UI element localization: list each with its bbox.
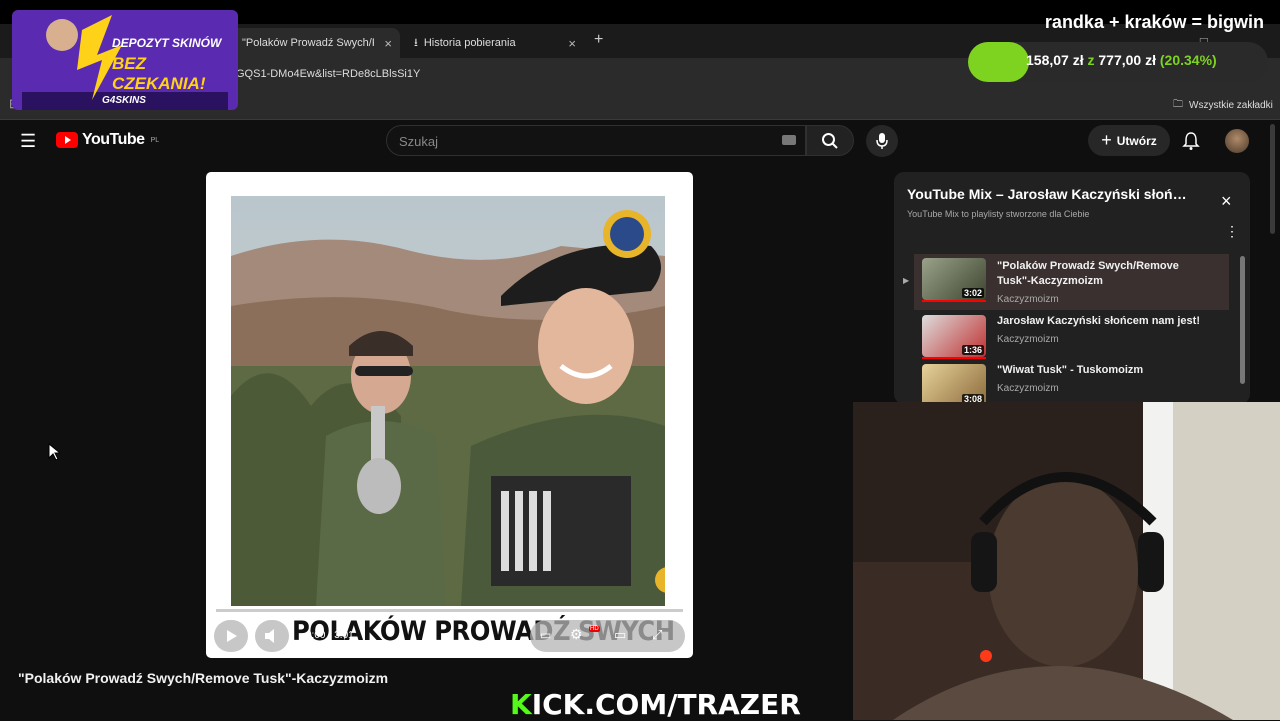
time-separator: / <box>328 630 332 641</box>
all-bookmarks[interactable]: 🗀 Wszystkie zakładki <box>1173 97 1273 114</box>
item-title: "Polaków Prowadź Swych/Remove Tusk"-Kacz… <box>997 260 1179 287</box>
kick-url: KICK.COM/TRAZER <box>510 688 801 721</box>
bet-progress-bar: 158,07 zł z 777,00 zł (20.34%) <box>968 40 1268 82</box>
tab-label: "Polaków Prowadź Swych/Remo <box>242 37 374 49</box>
folder-icon: 🗀 <box>1173 99 1183 110</box>
volume-icon <box>265 629 274 643</box>
watch-progress <box>922 357 986 359</box>
thumbnail: 3:08 <box>922 364 986 404</box>
all-bookmarks-label: Wszystkie zakładki <box>1189 100 1273 111</box>
now-playing-icon: ▶ <box>903 276 910 285</box>
tab-active[interactable]: "Polaków Prowadź Swych/Remo × <box>232 28 400 58</box>
avatar[interactable] <box>1225 129 1249 153</box>
youtube-play-logo-icon <box>56 132 78 148</box>
item-channel: Kaczyzmoizm <box>997 334 1059 345</box>
item-channel: Kaczyzmoizm <box>997 383 1059 394</box>
theater-mode-icon[interactable]: ▭ <box>614 627 626 643</box>
video-progress-track[interactable] <box>216 609 683 612</box>
playlist-item[interactable]: ▶ 3:02 "Polaków Prowadź Swych/Remove Tus… <box>903 254 1229 310</box>
new-tab-button[interactable]: + <box>594 31 603 49</box>
close-tab-icon[interactable]: × <box>568 36 576 51</box>
region-code: PL <box>150 136 160 144</box>
create-label: Utwórz <box>1116 133 1157 148</box>
duration: 3:02 <box>961 288 984 298</box>
search-input[interactable]: Szukaj <box>386 125 806 156</box>
tab-download-history[interactable]: ⭳ Historia pobierania × <box>404 28 584 58</box>
bet-current: 158,07 zł <box>1026 52 1084 68</box>
playlist-item[interactable]: 3:08 "Wiwat Tusk" - Tuskomoizm Kaczyzmoi… <box>914 360 1229 404</box>
time-display: 0:00 / 3:01 <box>306 630 354 641</box>
youtube-logo[interactable]: YouTube PL <box>56 131 159 149</box>
duration: 1:36 <box>961 345 984 355</box>
search-icon <box>822 132 838 149</box>
fullscreen-icon[interactable]: ⤢ <box>652 627 662 643</box>
settings-gear-icon[interactable]: ⚙ <box>570 626 583 643</box>
bet-target: 777,00 zł <box>1098 52 1156 68</box>
logo-text: YouTube <box>82 131 145 148</box>
close-playlist-icon[interactable]: × <box>1221 191 1232 212</box>
download-icon: ⭳ <box>414 36 418 49</box>
video-frame-image <box>231 196 665 606</box>
bet-percent: (20.34%) <box>1159 52 1217 68</box>
keyboard-icon[interactable] <box>782 135 796 145</box>
item-title: "Wiwat Tusk" - Tuskomoizm <box>997 364 1144 376</box>
microphone-icon <box>876 133 888 149</box>
playlist-scrollbar[interactable] <box>1240 256 1245 384</box>
kick-url-text: ICK.COM/TRAZER <box>531 688 801 721</box>
promo-line1: DEPOZYT SKINÓW <box>112 36 222 50</box>
playlist-item[interactable]: 1:36 Jarosław Kaczyński słońcem nam jest… <box>914 311 1229 367</box>
watch-progress <box>922 300 986 302</box>
mouse-cursor-icon <box>48 442 62 466</box>
plus-icon: + <box>1101 130 1112 150</box>
hd-badge: HD <box>589 626 600 632</box>
promo-line2: BEZ CZEKANIA! <box>112 54 206 93</box>
time-current: 0:00 <box>306 630 326 641</box>
more-options-icon[interactable]: ⋮ <box>1225 224 1239 238</box>
subtitles-icon[interactable]: ▭ <box>540 628 551 642</box>
volume-button[interactable] <box>255 620 289 652</box>
item-channel: Kaczyzmoizm <box>997 294 1059 305</box>
bet-goal-text: randka + kraków = bigwin <box>1044 12 1264 32</box>
playlist-subtitle: YouTube Mix to playlisty stworzone dla C… <box>907 209 1090 219</box>
promo-banner: DEPOZYT SKINÓW BEZ CZEKANIA! G4SKINS <box>12 10 238 110</box>
video-title: "Polaków Prowadź Swych/Remove Tusk"-Kacz… <box>18 670 389 686</box>
tab-label: Historia pobierania <box>423 37 516 49</box>
video-artwork <box>231 196 665 606</box>
play-button[interactable] <box>214 620 248 652</box>
webcam-feed <box>853 402 1280 720</box>
search-button[interactable] <box>806 125 854 156</box>
bet-amounts: 158,07 zł z 777,00 zł (20.34%) <box>1026 52 1217 68</box>
play-icon <box>227 630 237 642</box>
voice-search-button[interactable] <box>866 125 898 157</box>
page-scrollbar[interactable] <box>1270 124 1275 234</box>
create-button[interactable]: + Utwórz <box>1088 125 1170 156</box>
close-tab-icon[interactable]: × <box>384 36 392 51</box>
playlist-panel: YouTube Mix – Jarosław Kaczyński słoń… Y… <box>894 172 1250 404</box>
thumbnail: 1:36 <box>922 315 986 357</box>
kick-k: K <box>510 688 532 721</box>
url-text[interactable]: GQS1-DMo4Ew&list=RDe8cLBlsSi1Y <box>236 68 420 80</box>
time-total: 3:01 <box>334 630 354 641</box>
promo-brand: G4SKINS <box>102 95 146 106</box>
webcam-image <box>853 402 1280 720</box>
thumbnail: 3:02 <box>922 258 986 300</box>
item-title: Jarosław Kaczyński słońcem nam jest! <box>997 315 1200 327</box>
notifications-button[interactable] <box>1182 131 1200 156</box>
bell-icon <box>1182 132 1200 150</box>
playlist-title: YouTube Mix – Jarosław Kaczyński słoń… <box>907 186 1187 202</box>
bet-of: z <box>1087 52 1095 68</box>
menu-icon[interactable]: ☰ <box>20 131 36 152</box>
